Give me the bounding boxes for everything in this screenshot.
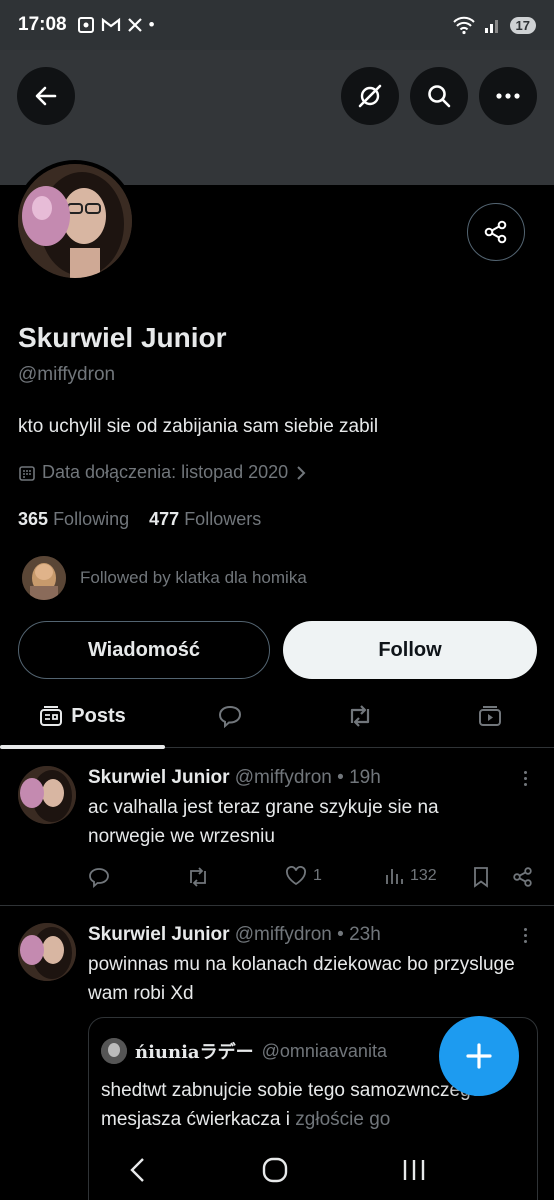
x-icon bbox=[127, 18, 142, 32]
profile-handle: @miffydron bbox=[18, 364, 116, 385]
bookmark-icon bbox=[474, 867, 488, 888]
gmail-icon bbox=[101, 17, 120, 31]
post-actions: 1 132 bbox=[88, 866, 538, 890]
profile-bio: kto uchylil sie od zabijania sam siebie … bbox=[18, 416, 379, 437]
post-author-name[interactable]: Skurwiel Junior bbox=[88, 767, 229, 788]
calendar-icon bbox=[19, 465, 35, 481]
quoted-author-avatar bbox=[101, 1038, 127, 1064]
bookmark-button[interactable] bbox=[472, 866, 490, 888]
heart-icon bbox=[286, 866, 306, 886]
share-icon bbox=[513, 867, 532, 887]
share-icon bbox=[484, 220, 507, 244]
nav-home-icon[interactable] bbox=[261, 1156, 289, 1184]
posts-icon bbox=[40, 706, 63, 726]
following-label: Following bbox=[53, 509, 130, 529]
like-count: 1 bbox=[313, 867, 322, 884]
avatar-image bbox=[18, 164, 132, 278]
profile-tabs: Posts bbox=[0, 684, 554, 749]
signal-icon bbox=[484, 20, 498, 33]
post-avatar[interactable] bbox=[18, 766, 76, 824]
post-avatar[interactable] bbox=[18, 923, 76, 981]
quoted-text-faded: zgłoście go bbox=[295, 1109, 391, 1130]
quoted-text-main: shedtwt zabnujcie sobie tego samozwnczeg… bbox=[101, 1080, 482, 1130]
quoted-post-header: ńiuniaラデー @omniaavanita bbox=[101, 1038, 387, 1064]
tab-reposts[interactable] bbox=[295, 684, 425, 748]
tab-posts-label: Posts bbox=[71, 704, 126, 727]
following-count: 365 bbox=[18, 509, 49, 529]
status-time: 17:08 bbox=[18, 14, 67, 35]
reply-icon bbox=[89, 868, 109, 888]
post-share-button[interactable] bbox=[512, 866, 534, 888]
followed-by-text: Followed by klatka dla homika bbox=[80, 568, 307, 587]
reply-bubble-icon bbox=[218, 705, 242, 728]
bar-chart-icon bbox=[386, 869, 403, 884]
system-nav-bar bbox=[0, 1140, 554, 1200]
join-date: Data dołączenia: listopad 2020 bbox=[42, 462, 289, 482]
search-button[interactable] bbox=[410, 67, 468, 125]
post-time: 19h bbox=[349, 767, 381, 788]
join-date-row[interactable]: Data dołączenia: listopad 2020 bbox=[18, 462, 308, 483]
repost-icon bbox=[350, 705, 370, 727]
post-item[interactable]: Skurwiel Junior @miffydron • 19h ac valh… bbox=[0, 749, 554, 905]
post-header: Skurwiel Junior @miffydron • 19h bbox=[88, 767, 381, 788]
message-button[interactable]: Wiadomość bbox=[18, 621, 270, 679]
media-icon bbox=[478, 706, 501, 726]
views-button[interactable]: 132 bbox=[384, 866, 437, 886]
repost-icon bbox=[190, 867, 206, 887]
tab-media[interactable] bbox=[425, 684, 554, 748]
post-header: Skurwiel Junior @miffydron • 23h bbox=[88, 924, 381, 945]
repost-button[interactable] bbox=[186, 866, 210, 888]
profile-name: Skurwiel Junior bbox=[18, 322, 227, 353]
quoted-author-handle: @omniaavanita bbox=[261, 1040, 387, 1061]
tab-replies[interactable] bbox=[165, 684, 295, 748]
arrow-left-icon bbox=[35, 86, 57, 106]
nav-back-icon[interactable] bbox=[126, 1155, 150, 1185]
follower-avatar bbox=[22, 556, 66, 600]
notification-dot: • bbox=[148, 15, 155, 34]
grok-icon bbox=[358, 84, 382, 108]
plus-icon bbox=[466, 1043, 492, 1069]
reply-button[interactable] bbox=[88, 866, 110, 888]
share-button[interactable] bbox=[467, 203, 525, 261]
like-button[interactable]: 1 bbox=[285, 866, 322, 886]
post-time: 23h bbox=[349, 924, 381, 945]
profile-avatar[interactable] bbox=[14, 160, 136, 282]
followers-link[interactable]: 477 Followers bbox=[149, 509, 261, 529]
following-link[interactable]: 365 Following bbox=[18, 509, 129, 529]
more-horizontal-icon bbox=[496, 93, 520, 99]
wifi-icon bbox=[452, 16, 475, 35]
post-author-handle: @miffydron bbox=[234, 924, 332, 945]
post-menu-button[interactable] bbox=[518, 928, 532, 943]
grok-button[interactable] bbox=[341, 67, 399, 125]
post-author-handle: @miffydron bbox=[234, 767, 332, 788]
post-menu-button[interactable] bbox=[518, 771, 532, 786]
chevron-right-icon bbox=[297, 465, 306, 480]
post-text: ac valhalla jest teraz grane szykuje sie… bbox=[88, 797, 439, 847]
more-options-button[interactable] bbox=[479, 67, 537, 125]
screenshot-icon bbox=[77, 17, 94, 33]
post-text: powinnas mu na kolanach dziekowac bo prz… bbox=[88, 954, 515, 1004]
status-bar: 17:08 • 17 bbox=[0, 0, 554, 50]
followers-count: 477 bbox=[149, 509, 180, 529]
followers-label: Followers bbox=[184, 509, 262, 529]
view-count: 132 bbox=[410, 867, 437, 884]
quoted-author-name: ńiuniaラデー bbox=[135, 1042, 254, 1063]
follow-counts: 365 Following 477 Followers bbox=[18, 509, 261, 530]
tab-posts[interactable]: Posts bbox=[0, 684, 165, 749]
follow-button[interactable]: Follow bbox=[283, 621, 537, 679]
post-author-name[interactable]: Skurwiel Junior bbox=[88, 924, 229, 945]
followed-by-row[interactable]: Followed by klatka dla homika bbox=[22, 556, 307, 600]
compose-button[interactable] bbox=[439, 1016, 519, 1096]
nav-recents-icon[interactable] bbox=[400, 1156, 428, 1184]
battery-indicator: 17 bbox=[509, 16, 536, 34]
search-icon bbox=[428, 85, 451, 108]
status-notification-icons: • bbox=[77, 15, 155, 35]
status-system-icons: 17 bbox=[452, 15, 536, 35]
back-button[interactable] bbox=[17, 67, 75, 125]
